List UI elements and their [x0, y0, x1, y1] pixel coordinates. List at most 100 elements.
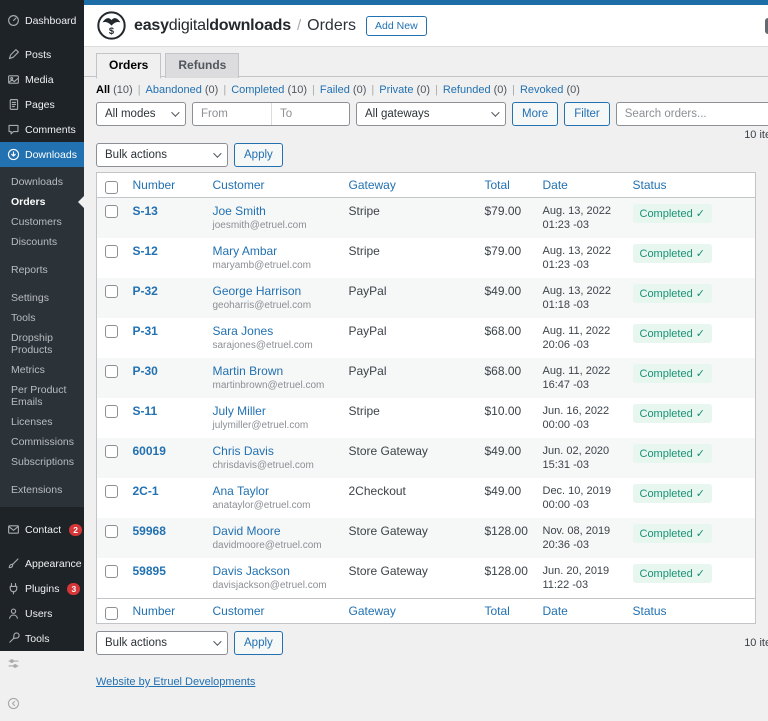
order-number-link[interactable]: 2C-1: [133, 484, 159, 498]
sidebar-subitem-per-product-emails[interactable]: Per Product Emails: [0, 380, 84, 412]
row-checkbox[interactable]: [105, 325, 118, 338]
row-checkbox[interactable]: [105, 565, 118, 578]
footer-credit-link[interactable]: Website by Etruel Developments: [96, 676, 255, 688]
customer-link[interactable]: Davis Jackson: [213, 564, 290, 578]
column-header-customer[interactable]: Customer: [204, 598, 341, 624]
customer-link[interactable]: July Miller: [213, 404, 266, 418]
row-checkbox[interactable]: [105, 525, 118, 538]
order-number-link[interactable]: 59968: [133, 524, 166, 538]
bulk-actions-select-bottom[interactable]: Bulk actions: [96, 631, 228, 655]
sidebar-item-dashboard[interactable]: Dashboard: [0, 8, 84, 33]
apply-button[interactable]: Apply: [234, 143, 283, 167]
column-header-number[interactable]: Number: [124, 598, 205, 624]
order-row: 2C-1 Ana Taylor anataylor@etruel.com 2Check…: [97, 478, 756, 518]
row-checkbox[interactable]: [105, 285, 118, 298]
sidebar-item-comments[interactable]: Comments: [0, 117, 84, 142]
select-all-checkbox[interactable]: [105, 180, 118, 194]
sidebar-item-contact[interactable]: Contact 2: [0, 517, 84, 542]
column-header-status[interactable]: Status: [624, 598, 756, 624]
order-number-link[interactable]: P-30: [133, 364, 158, 378]
sidebar-subitem-extensions[interactable]: Extensions: [0, 480, 84, 500]
order-number-link[interactable]: S-13: [133, 204, 158, 218]
column-header-total[interactable]: Total: [476, 598, 535, 624]
status-filter-link[interactable]: All: [96, 84, 110, 96]
filter-button[interactable]: Filter: [564, 101, 610, 126]
tab-orders[interactable]: Orders: [96, 53, 162, 79]
column-header-status[interactable]: Status: [624, 172, 756, 198]
sidebar-subitem-commissions[interactable]: Commissions: [0, 432, 84, 452]
sidebar-item-collapse-menu[interactable]: Collapse menu: [0, 685, 84, 721]
column-header-customer[interactable]: Customer: [204, 172, 341, 198]
add-new-button[interactable]: Add New: [366, 15, 427, 36]
sidebar-item-downloads[interactable]: Downloads: [0, 142, 84, 167]
apply-button-bottom[interactable]: Apply: [234, 631, 283, 655]
customer-link[interactable]: Ana Taylor: [213, 484, 269, 498]
order-number-link[interactable]: S-12: [133, 244, 158, 258]
gateway-select[interactable]: All gateways: [356, 101, 506, 126]
sidebar-item-appearance[interactable]: Appearance: [0, 551, 84, 576]
order-number-link[interactable]: S-11: [133, 404, 158, 418]
customer-link[interactable]: Sara Jones: [213, 324, 274, 338]
mode-select[interactable]: All modes: [96, 101, 186, 126]
row-checkbox[interactable]: [105, 245, 118, 258]
date-value: Aug. 13, 2022: [542, 245, 612, 257]
date-cell: Nov. 08, 2019 20:36 -03: [535, 518, 625, 558]
sidebar-subitem-dropship-products[interactable]: Dropship Products: [0, 328, 84, 360]
status-label: Completed: [639, 328, 693, 340]
sidebar-item-settings[interactable]: Settings: [0, 651, 84, 676]
column-header-number[interactable]: Number: [124, 172, 205, 198]
status-filter-link[interactable]: Failed: [320, 84, 350, 96]
customer-link[interactable]: George Harrison: [213, 284, 302, 298]
status-filter-link[interactable]: Private: [379, 84, 413, 96]
sidebar-item-posts[interactable]: Posts: [0, 42, 84, 67]
sidebar-subitem-subscriptions[interactable]: Subscriptions: [0, 452, 84, 472]
customer-link[interactable]: David Moore: [213, 524, 281, 538]
date-value: Jun. 16, 2022: [542, 405, 610, 417]
customer-link[interactable]: Joe Smith: [213, 204, 266, 218]
row-checkbox[interactable]: [105, 405, 118, 418]
status-filter-link[interactable]: Completed: [231, 84, 284, 96]
sidebar-subitem-metrics[interactable]: Metrics: [0, 360, 84, 380]
customer-link[interactable]: Chris Davis: [213, 444, 274, 458]
order-number-link[interactable]: P-32: [133, 284, 158, 298]
sidebar-subitem-reports[interactable]: Reports: [0, 260, 84, 280]
customer-link[interactable]: Mary Ambar: [213, 244, 278, 258]
column-header-date[interactable]: Date: [534, 172, 625, 198]
customer-link[interactable]: Martin Brown: [213, 364, 284, 378]
order-number-link[interactable]: 60019: [133, 444, 166, 458]
select-all-checkbox[interactable]: [105, 606, 118, 620]
column-header-date[interactable]: Date: [534, 598, 625, 624]
column-header-gateway[interactable]: Gateway: [340, 172, 477, 198]
sidebar-subitem-licenses[interactable]: Licenses: [0, 412, 84, 432]
bulk-actions-select[interactable]: Bulk actions: [96, 143, 228, 167]
sidebar-item-media[interactable]: Media: [0, 67, 84, 92]
sidebar-subitem-tools[interactable]: Tools: [0, 308, 84, 328]
order-number-link[interactable]: 59895: [133, 564, 166, 578]
row-checkbox[interactable]: [105, 365, 118, 378]
status-filter-link[interactable]: Refunded: [443, 84, 491, 96]
column-header-gateway[interactable]: Gateway: [340, 598, 477, 624]
status-filter-link[interactable]: Abandoned: [146, 84, 202, 96]
sidebar-item-users[interactable]: Users: [0, 601, 84, 626]
row-checkbox[interactable]: [105, 205, 118, 218]
column-header-total[interactable]: Total: [476, 172, 535, 198]
sidebar-subitem-settings[interactable]: Settings: [0, 288, 84, 308]
sidebar-subitem-downloads[interactable]: Downloads: [0, 172, 84, 192]
row-checkbox[interactable]: [105, 445, 118, 458]
sidebar-subitem-customers[interactable]: Customers: [0, 212, 84, 232]
date-from-input[interactable]: [193, 102, 271, 125]
sidebar-subitem-discounts[interactable]: Discounts: [0, 232, 84, 252]
tab-refunds[interactable]: Refunds: [165, 53, 240, 78]
sidebar-item-plugins[interactable]: Plugins 3: [0, 576, 84, 601]
sidebar-item-label: Comments: [25, 123, 76, 136]
status-filter-abandoned: Abandoned (0): [146, 84, 232, 96]
date-to-input[interactable]: [271, 102, 349, 125]
sidebar-subitem-orders[interactable]: Orders: [0, 192, 84, 212]
sidebar-item-pages[interactable]: Pages: [0, 92, 84, 117]
sidebar-item-tools[interactable]: Tools: [0, 626, 84, 651]
order-number-link[interactable]: P-31: [133, 324, 158, 338]
row-checkbox[interactable]: [105, 485, 118, 498]
search-orders-input[interactable]: [615, 101, 768, 126]
status-filter-link[interactable]: Revoked: [520, 84, 563, 96]
more-button[interactable]: More: [512, 101, 559, 126]
